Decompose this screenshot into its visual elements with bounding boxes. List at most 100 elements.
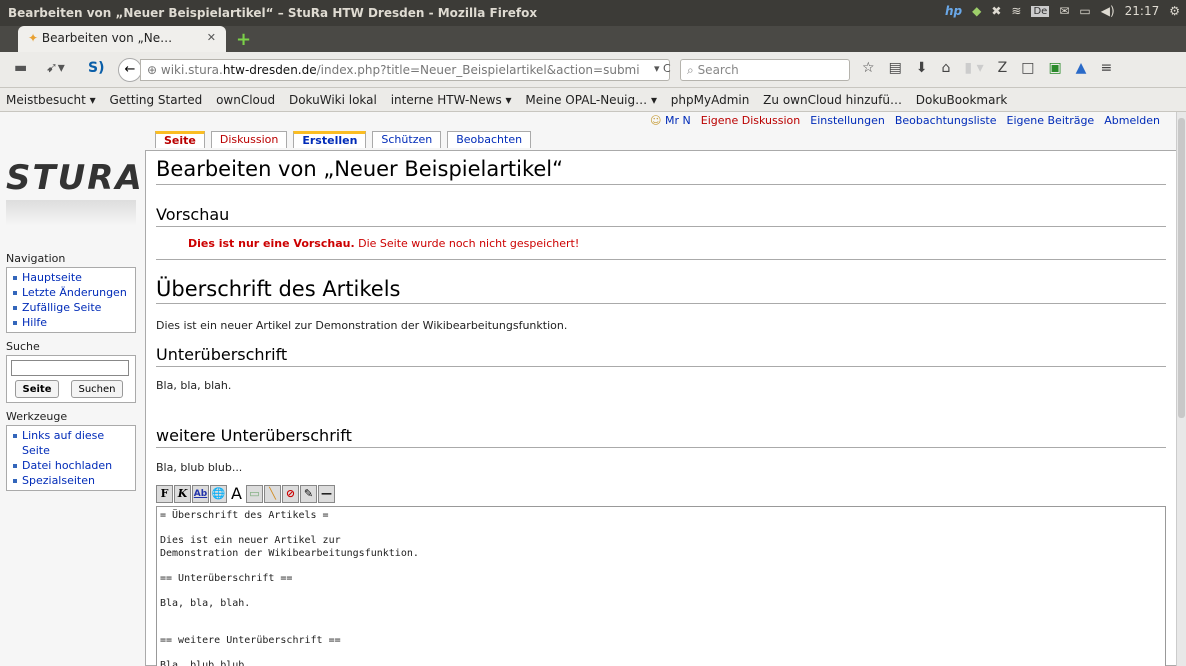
new-tab-icon[interactable]: +: [236, 29, 251, 50]
user-nav-item[interactable]: Eigene Beiträge: [1007, 114, 1095, 127]
article-subheading: weitere Unterüberschrift: [156, 426, 1166, 448]
dropbox-icon[interactable]: ✖: [991, 4, 1001, 18]
article-paragraph: Bla, blub blub...: [156, 461, 243, 474]
sidebar-search-input[interactable]: [11, 360, 129, 376]
article-heading: Überschrift des Artikels: [156, 277, 1166, 304]
bookmark-item[interactable]: DokuBookmark: [916, 93, 1008, 107]
main-content: Bearbeiten von „Neuer Beispielartikel“ V…: [145, 150, 1176, 666]
bookmark-item[interactable]: phpMyAdmin: [671, 93, 750, 107]
article-subheading: Unterüberschrift: [156, 345, 1166, 367]
addon-icon[interactable]: ▮ ▾: [964, 60, 983, 76]
settings-gear-icon[interactable]: ⚙: [1169, 4, 1180, 18]
horizontal-line-icon[interactable]: —: [318, 485, 335, 503]
user-nav-item[interactable]: Eigene Diskussion: [701, 114, 800, 127]
sidebar-item-zufaellige-seite[interactable]: Zufällige Seite: [13, 300, 129, 315]
media-icon[interactable]: ╲: [264, 485, 281, 503]
internal-link-button[interactable]: Ab: [192, 485, 209, 503]
window-titlebar: Bearbeiten von „Neuer Beispielartikel“ –…: [0, 0, 1186, 26]
bold-button[interactable]: F: [156, 485, 173, 503]
bookmark-item[interactable]: ownCloud: [216, 93, 275, 107]
external-link-globe-icon[interactable]: 🌐: [210, 485, 227, 503]
user-nav-item[interactable]: Beobachtungsliste: [895, 114, 997, 127]
wifi-icon[interactable]: ≋: [1011, 4, 1021, 18]
bookmark-item[interactable]: interne HTW-News ▾: [391, 93, 512, 107]
nowiki-icon[interactable]: ⊘: [282, 485, 299, 503]
navigation-portlet: Hauptseite Letzte Änderungen Zufällige S…: [6, 267, 136, 333]
scrollbar-thumb[interactable]: [1178, 118, 1185, 418]
reload-icon[interactable]: ▾ C: [654, 62, 671, 75]
divider: [156, 259, 1166, 260]
bookmark-item[interactable]: DokuWiki lokal: [289, 93, 377, 107]
sidebar-item-hilfe[interactable]: Hilfe: [13, 315, 129, 330]
fulltext-search-button[interactable]: Suchen: [71, 380, 123, 398]
signature-icon[interactable]: ✎: [300, 485, 317, 503]
home-icon[interactable]: ⌂: [942, 60, 951, 76]
wikitext-editor[interactable]: = Überschrift des Artikels = Dies ist ei…: [156, 506, 1166, 666]
sidebar-item-letzte-aenderungen[interactable]: Letzte Änderungen: [13, 285, 129, 300]
back-button[interactable]: ←: [118, 58, 142, 82]
update-icon[interactable]: ◆: [972, 4, 981, 18]
page-tabs: Seite Diskussion Erstellen Schützen Beob…: [155, 131, 532, 148]
bookmark-item[interactable]: Getting Started: [109, 93, 202, 107]
sidebar-item-links-hierher[interactable]: Links auf diese Seite: [13, 428, 113, 458]
bookmark-item[interactable]: Meistbesucht ▾: [6, 93, 96, 107]
bookmark-item[interactable]: Meine OPAL-Neuig… ▾: [525, 93, 657, 107]
menu-icon[interactable]: ≡: [1100, 60, 1112, 76]
mail-icon[interactable]: ✉: [1059, 4, 1069, 18]
headline-button[interactable]: A: [228, 485, 245, 503]
extension-icon[interactable]: ▣: [1048, 60, 1061, 76]
volume-icon[interactable]: ◀): [1101, 4, 1115, 18]
zotero-icon[interactable]: Z: [998, 60, 1008, 76]
edit-toolbar: F K Ab 🌐 A ▭ ╲ ⊘ ✎ —: [156, 485, 335, 503]
window-icon[interactable]: □: [1021, 60, 1034, 76]
stats-icon[interactable]: ▲: [1076, 60, 1087, 76]
star-icon[interactable]: ☆: [862, 60, 875, 76]
image-icon[interactable]: ▭: [246, 485, 263, 503]
preview-notice: Dies ist nur eine Vorschau. Die Seite wu…: [188, 237, 579, 250]
clock[interactable]: 21:17: [1125, 4, 1160, 18]
sync-icon[interactable]: S): [88, 60, 104, 76]
article-paragraph: Dies ist ein neuer Artikel zur Demonstra…: [156, 319, 568, 332]
tab-favicon-icon: ✦: [28, 31, 39, 45]
reader-icon[interactable]: ▬: [14, 60, 27, 76]
tab-title: Bearbeiten von „Ne…: [41, 31, 173, 45]
tab-bar: ✦ Bearbeiten von „Ne… ✕ +: [0, 26, 1186, 52]
go-button[interactable]: Seite: [15, 380, 59, 398]
search-placeholder: Search: [697, 63, 739, 77]
italic-button[interactable]: K: [174, 485, 191, 503]
user-link[interactable]: ☺ Mr N: [650, 114, 691, 127]
page-content: ☺ Mr N Eigene Diskussion Einstellungen B…: [0, 112, 1176, 666]
tab-seite[interactable]: Seite: [155, 131, 205, 148]
article-paragraph: Bla, bla, blah.: [156, 379, 232, 392]
preview-notice-text: Die Seite wurde noch nicht gespeichert!: [354, 237, 580, 250]
sidebar-item-datei-hochladen[interactable]: Datei hochladen: [13, 458, 129, 473]
user-nav-item[interactable]: Abmelden: [1104, 114, 1160, 127]
search-heading: Suche: [6, 340, 40, 353]
battery-icon[interactable]: ▭: [1079, 4, 1090, 18]
url-host: htw-dresden.de: [222, 63, 317, 77]
tab-diskussion[interactable]: Diskussion: [210, 131, 288, 148]
url-bar[interactable]: ⊕ wiki.stura.htw-dresden.de/index.php?ti…: [140, 59, 670, 81]
clipboard-icon[interactable]: ▤: [889, 60, 902, 76]
search-portlet: Seite Suchen: [6, 355, 136, 403]
sidebar-item-spezialseiten[interactable]: Spezialseiten: [13, 473, 129, 488]
hp-icon[interactable]: hp: [945, 4, 962, 18]
bookmark-item[interactable]: Zu ownCloud hinzufü…: [763, 93, 902, 107]
browser-tab[interactable]: ✦ Bearbeiten von „Ne… ✕: [18, 26, 226, 52]
sidebar-item-hauptseite[interactable]: Hauptseite: [13, 270, 129, 285]
site-logo[interactable]: STURA: [6, 158, 144, 226]
toolbar-icons: ☆ ▤ ⬇ ⌂ ▮ ▾ Z □ ▣ ▲ ≡: [862, 60, 1112, 76]
download-icon[interactable]: ⬇: [916, 60, 928, 76]
tab-erstellen[interactable]: Erstellen: [293, 131, 367, 148]
vertical-scrollbar[interactable]: [1176, 112, 1186, 666]
search-field[interactable]: ⌕ Search: [680, 59, 850, 81]
user-nav-item[interactable]: Einstellungen: [810, 114, 885, 127]
globe-icon: ⊕: [147, 63, 158, 77]
tools-portlet: Links auf diese Seite Datei hochladen Sp…: [6, 425, 136, 491]
system-tray: hp ◆ ✖ ≋ De ✉ ▭ ◀) 21:17 ⚙: [945, 4, 1180, 18]
tab-schuetzen[interactable]: Schützen: [372, 131, 442, 148]
keyboard-layout-indicator[interactable]: De: [1031, 5, 1050, 17]
tab-beobachten[interactable]: Beobachten: [447, 131, 532, 148]
tab-close-icon[interactable]: ✕: [207, 31, 216, 44]
pocket-icon[interactable]: ➹▾: [46, 60, 65, 76]
